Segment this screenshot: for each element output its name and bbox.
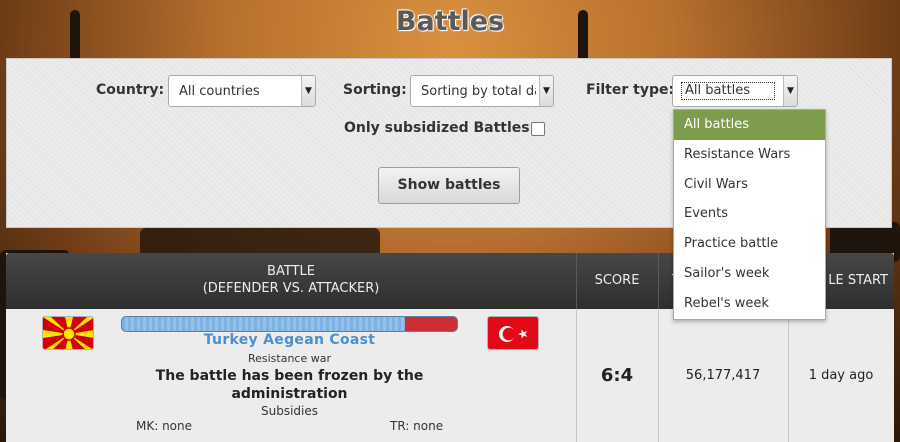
table-row[interactable]: Turkey Aegean Coast Resistance war The b… [6,309,894,442]
turkey-flag-icon [487,316,539,350]
filter-option-resistance-wars[interactable]: Resistance Wars [674,140,825,170]
subsidized-checkbox[interactable] [531,122,545,136]
battle-name-link[interactable]: Turkey Aegean Coast [121,332,458,348]
country-select-value: All countries [179,84,260,99]
show-battles-button[interactable]: Show battles [378,167,520,204]
chevron-down-icon[interactable]: ▼ [539,76,553,106]
column-header-battle-line1: BATTLE [267,264,315,279]
filter-option-sailors-week[interactable]: Sailor's week [674,259,825,289]
country-label: Country: [96,82,165,98]
filter-type-dropdown: All battles Resistance Wars Civil Wars E… [673,109,826,320]
filter-option-rebels-week[interactable]: Rebel's week [674,289,825,319]
column-header-battle-line2: (DEFENDER VS. ATTACKER) [202,281,380,296]
column-header-score[interactable]: SCORE [576,253,658,309]
defender-subsidy: MK: none [136,419,193,433]
battle-status: The battle has been frozen by the admini… [155,368,424,402]
country-select[interactable]: All countries ▼ [168,75,316,107]
chevron-down-icon[interactable]: ▼ [783,76,797,106]
total-damage: 56,177,417 [685,368,761,383]
battle-progress-bar [121,316,458,332]
attacker-subsidy: TR: none [390,419,444,433]
filter-type-select[interactable]: All battles ▼ [672,75,798,107]
filter-option-practice-battle[interactable]: Practice battle [674,229,825,259]
filter-type-label: Filter type: [586,82,675,98]
filter-option-events[interactable]: Events [674,199,825,229]
filter-type-select-value: All battles [681,82,775,100]
north-macedonia-flag-icon [42,316,94,350]
chevron-down-icon[interactable]: ▼ [301,76,315,106]
battle-start-time: 1 day ago [808,368,874,383]
filter-option-all-battles[interactable]: All battles [674,110,825,140]
filter-option-civil-wars[interactable]: Civil Wars [674,170,825,200]
page-title: Battles [395,6,505,37]
sorting-label: Sorting: [343,82,407,98]
subsidies-label: Subsidies [260,404,318,418]
sorting-select[interactable]: Sorting by total da ▼ [410,75,554,107]
subsidized-label: Only subsidized Battles: [344,120,536,136]
battle-type: Resistance war [247,352,332,365]
defender-progress-fill [122,317,406,331]
sorting-select-value: Sorting by total da [421,84,536,99]
battle-score: 6:4 [600,365,634,386]
column-header-battle: BATTLE (DEFENDER VS. ATTACKER) [6,253,576,309]
